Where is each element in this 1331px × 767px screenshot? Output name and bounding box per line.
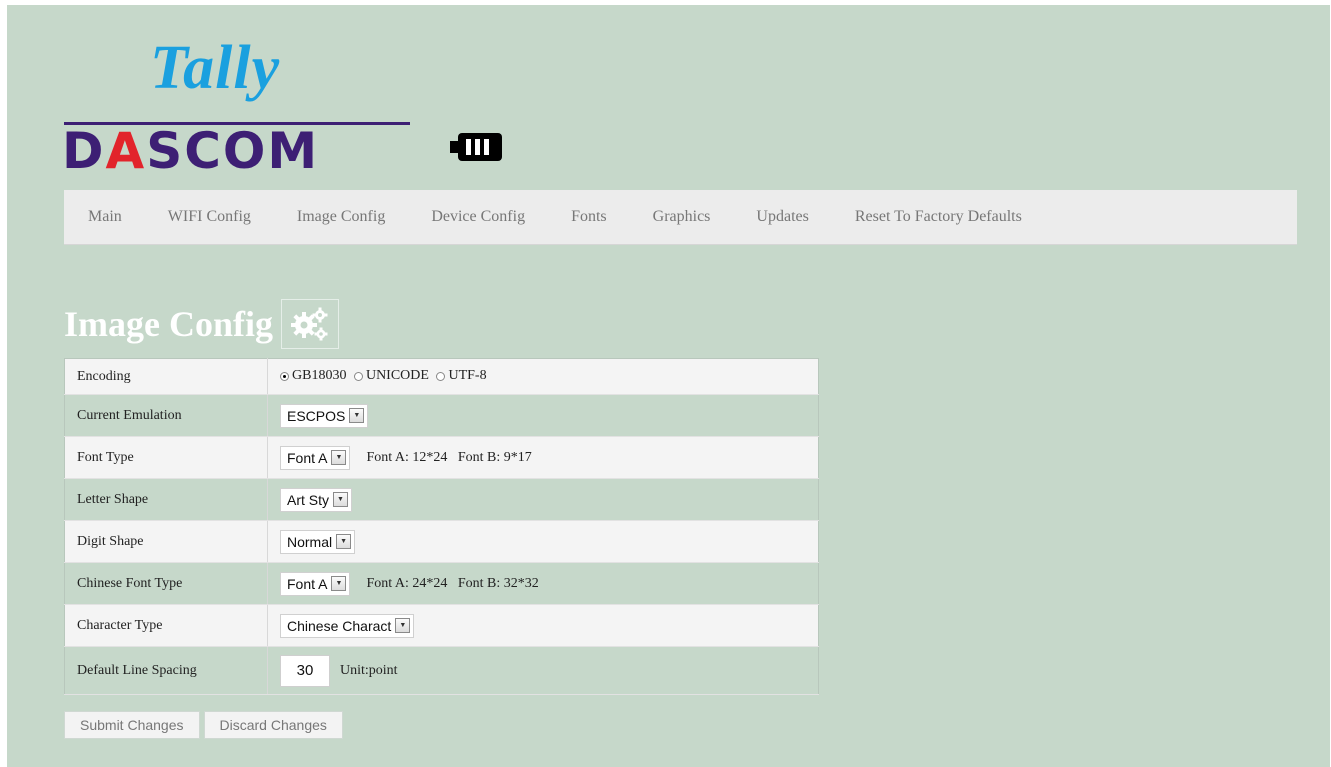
logo-dascom-text: DASCOM xyxy=(62,125,319,177)
nav-wifi-config[interactable]: WIFI Config xyxy=(168,208,251,226)
nav-device-config[interactable]: Device Config xyxy=(431,208,525,226)
font-type-select[interactable]: Font A ▼ xyxy=(280,445,351,470)
page-title: Image Config xyxy=(64,304,273,344)
nav-fonts[interactable]: Fonts xyxy=(571,208,607,226)
character-type-label: Character Type xyxy=(64,604,268,647)
table-row: Font Type Font A ▼ Font A: 12*24 Font B: 9… xyxy=(64,436,819,479)
nav-updates[interactable]: Updates xyxy=(756,208,808,226)
letter-shape-label: Letter Shape xyxy=(64,478,268,521)
font-type-select-value: Font A xyxy=(287,449,328,466)
page-background: Tally DASCOM Main WIFI Config Image Conf… xyxy=(7,5,1330,767)
chevron-down-icon: ▼ xyxy=(331,576,347,591)
encoding-radio-utf8[interactable] xyxy=(436,371,446,381)
logo-dascom-rest: SCOM xyxy=(146,122,320,180)
submit-changes-button[interactable]: Submit Changes xyxy=(64,711,200,739)
table-row: Encoding GB18030 UNICODE UTF-8 xyxy=(64,358,819,395)
encoding-radio-gb18030[interactable] xyxy=(280,371,289,381)
encoding-option-label: UTF-8 xyxy=(448,368,487,384)
chevron-down-icon: ▼ xyxy=(395,618,411,633)
character-type-select-value: Chinese Charact xyxy=(287,617,392,634)
form-actions: Submit Changes Discard Changes xyxy=(64,711,347,739)
image-config-table: Encoding GB18030 UNICODE UTF-8 Current E… xyxy=(64,358,819,695)
table-row: Current Emulation ESCPOS ▼ xyxy=(64,394,819,437)
nav-reset-factory-defaults[interactable]: Reset To Factory Defaults xyxy=(855,208,1022,226)
emulation-select[interactable]: ESCPOS ▼ xyxy=(280,403,369,428)
chinese-font-type-select-value: Font A xyxy=(287,575,328,592)
chinese-font-type-label: Chinese Font Type xyxy=(64,562,268,605)
encoding-radio-unicode[interactable] xyxy=(353,371,363,381)
chevron-down-icon: ▼ xyxy=(331,450,347,465)
table-row: Default Line Spacing 30 Unit:point xyxy=(64,646,819,695)
main-navigation: Main WIFI Config Image Config Device Con… xyxy=(64,190,1297,245)
battery-icon xyxy=(450,133,502,161)
chevron-down-icon: ▼ xyxy=(336,534,352,549)
discard-changes-button[interactable]: Discard Changes xyxy=(203,711,343,739)
nav-image-config[interactable]: Image Config xyxy=(297,208,385,226)
table-row: Digit Shape Normal ▼ xyxy=(64,520,819,563)
gears-icon xyxy=(281,299,339,349)
character-type-select[interactable]: Chinese Charact ▼ xyxy=(280,613,415,638)
logo-dascom-a: A xyxy=(105,122,147,180)
logo-tally-text: Tally xyxy=(150,34,281,102)
chevron-down-icon: ▼ xyxy=(349,408,365,423)
letter-shape-select[interactable]: Art Sty ▼ xyxy=(280,487,353,512)
emulation-select-value: ESCPOS xyxy=(287,407,346,424)
line-spacing-label: Default Line Spacing xyxy=(64,646,268,695)
page-title-bar: Image Config xyxy=(64,299,339,349)
encoding-option-label: UNICODE xyxy=(365,368,429,384)
font-type-note: Font A: 12*24 Font B: 9*17 xyxy=(366,449,532,465)
nav-graphics[interactable]: Graphics xyxy=(653,208,711,226)
digit-shape-label: Digit Shape xyxy=(64,520,268,563)
encoding-options: GB18030 UNICODE UTF-8 xyxy=(267,358,819,395)
digit-shape-select[interactable]: Normal ▼ xyxy=(280,529,356,554)
font-type-label: Font Type xyxy=(64,436,268,479)
logo-dascom-d: D xyxy=(62,122,106,180)
table-row: Character Type Chinese Charact ▼ xyxy=(64,604,819,647)
tally-dascom-logo: Tally DASCOM xyxy=(62,34,514,182)
encoding-label: Encoding xyxy=(64,358,268,395)
chevron-down-icon: ▼ xyxy=(333,492,349,507)
chinese-font-type-note: Font A: 24*24 Font B: 32*32 xyxy=(366,575,539,591)
nav-main[interactable]: Main xyxy=(88,208,122,226)
table-row: Letter Shape Art Sty ▼ xyxy=(64,478,819,521)
line-spacing-unit: Unit:point xyxy=(340,662,398,678)
emulation-label: Current Emulation xyxy=(64,394,268,437)
letter-shape-select-value: Art Sty xyxy=(287,491,330,508)
table-row: Chinese Font Type Font A ▼ Font A: 24*24 F… xyxy=(64,562,819,605)
chinese-font-type-select[interactable]: Font A ▼ xyxy=(280,571,351,596)
digit-shape-select-value: Normal xyxy=(287,533,333,550)
encoding-option-label: GB18030 xyxy=(292,368,347,384)
line-spacing-input[interactable]: 30 xyxy=(280,654,330,687)
